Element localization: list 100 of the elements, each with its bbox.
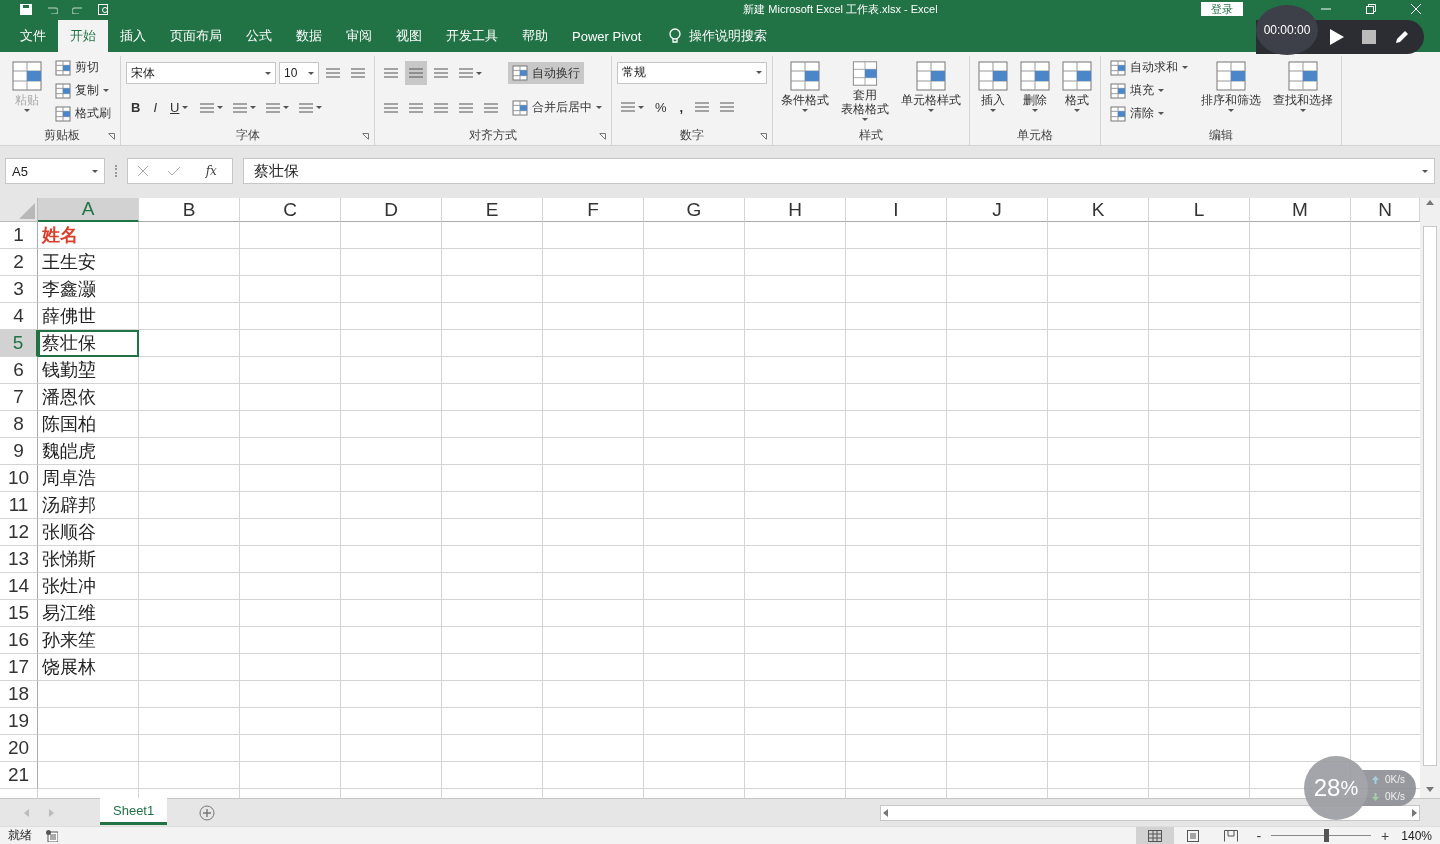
cancel-icon[interactable] (138, 166, 149, 176)
ribbon-button[interactable]: 剪切 (51, 56, 103, 79)
table-cell[interactable]: 王生安 (38, 249, 139, 276)
ribbon-button[interactable]: 查找和选择 (1270, 58, 1336, 123)
ribbon-button[interactable]: 格式 (1059, 58, 1095, 123)
launcher-icon[interactable] (108, 133, 115, 140)
ribbon-tab[interactable]: 帮助 (510, 20, 560, 52)
ribbon-button[interactable]: 格式刷 (51, 102, 115, 125)
scrollbar-thumb[interactable] (1423, 226, 1437, 766)
group-label: 单元格 (1017, 126, 1053, 144)
dropdown-field[interactable]: 常规 (617, 61, 767, 84)
ribbon-button[interactable]: 排序和筛选 (1198, 58, 1264, 123)
select-all-icon[interactable] (19, 203, 35, 219)
scroll-left-icon[interactable] (883, 808, 888, 817)
ribbon-button[interactable]: 填充 (1106, 79, 1168, 102)
close-icon[interactable] (1411, 4, 1421, 14)
insert-function-button[interactable]: fx (200, 159, 222, 183)
ribbon-button[interactable]: 自动换行 (508, 62, 584, 85)
table-cell[interactable]: 周卓浩 (38, 465, 139, 492)
toolbar-button[interactable] (405, 61, 427, 86)
previous-sheet-icon[interactable] (24, 808, 29, 817)
pen-icon[interactable] (1394, 29, 1410, 45)
download-icon (1372, 792, 1379, 801)
table-cell[interactable]: 易江维 (38, 600, 139, 627)
ribbon-tab[interactable]: Power Pivot (560, 20, 654, 52)
toolbar-button[interactable]: % (650, 95, 672, 120)
ribbon-tab[interactable]: 插入 (108, 20, 158, 52)
horizontal-scrollbar[interactable] (880, 804, 1420, 821)
table-cell[interactable]: 张顺谷 (38, 519, 139, 546)
zoom-out-button[interactable]: - (1250, 827, 1268, 844)
table-cell[interactable]: 姓名 (38, 222, 139, 249)
sign-in-button[interactable]: 登录 (1201, 2, 1243, 16)
row-header[interactable]: 5 (0, 330, 38, 357)
table-cell[interactable]: 潘恩依 (38, 384, 139, 411)
ribbon-tab[interactable]: 视图 (384, 20, 434, 52)
ribbon-tab[interactable]: 文件 (8, 20, 58, 52)
column-header[interactable]: A (38, 198, 139, 222)
view-button[interactable] (1136, 826, 1175, 844)
launcher-icon[interactable] (760, 133, 767, 140)
table-cell[interactable]: 薛佛世 (38, 303, 139, 330)
table-cell[interactable]: 张悌斯 (38, 546, 139, 573)
ribbon-button[interactable]: 自动求和 (1106, 56, 1192, 79)
name-box[interactable]: A5 (5, 158, 105, 184)
add-sheet-icon[interactable] (199, 804, 216, 821)
caret-icon (308, 71, 314, 75)
scroll-down-icon[interactable] (1426, 787, 1434, 792)
ribbon-tab[interactable]: 开发工具 (434, 20, 510, 52)
ribbon-button[interactable]: 单元格样式 (898, 58, 964, 123)
scroll-up-icon[interactable] (1426, 200, 1434, 205)
ribbon-button[interactable]: 插入 (975, 58, 1011, 123)
launcher-icon[interactable] (362, 133, 369, 140)
save-icon[interactable] (20, 3, 32, 15)
next-sheet-icon[interactable] (49, 808, 54, 817)
table-cell[interactable]: 李鑫灏 (38, 276, 139, 303)
ribbon-button[interactable]: 清除 (1106, 102, 1168, 125)
page-icon (1186, 829, 1201, 842)
table-cell[interactable]: 魏皑虎 (38, 438, 139, 465)
scroll-right-icon[interactable] (1412, 808, 1417, 817)
table-cell[interactable]: 汤辟邦 (38, 492, 139, 519)
ribbon-button[interactable]: 复制 (51, 79, 113, 102)
table-cell[interactable]: 陈国柏 (38, 411, 139, 438)
restore-icon[interactable] (1366, 4, 1376, 14)
table-cell[interactable]: 钱勤堃 (38, 357, 139, 384)
ribbon-button[interactable]: 合并后居中 (508, 96, 606, 119)
table-cell[interactable]: 孙来笙 (38, 627, 139, 654)
table-icon (1110, 59, 1126, 76)
lines-icon (694, 100, 711, 115)
launcher-icon[interactable] (599, 133, 606, 140)
ribbon-tab[interactable]: 审阅 (334, 20, 384, 52)
redo-icon[interactable] (72, 4, 84, 14)
toolbar-button[interactable]: U (165, 95, 194, 120)
macro-icon[interactable] (46, 829, 58, 842)
search-field[interactable]: 操作说明搜索 (689, 27, 768, 45)
zoom-in-button[interactable]: + (1375, 827, 1396, 844)
toolbar-button[interactable]: I (148, 95, 162, 120)
ribbon-button[interactable]: 套用 表格格式 (838, 58, 892, 123)
toolbar-button[interactable]: B (126, 95, 146, 120)
dropdown-field[interactable]: 10 (279, 62, 319, 85)
undo-icon[interactable] (46, 4, 58, 14)
ribbon-tab[interactable]: 公式 (234, 20, 284, 52)
slider-thumb[interactable] (1323, 829, 1329, 842)
play-icon[interactable] (1330, 29, 1344, 45)
column-header[interactable]: N (1351, 198, 1420, 222)
page-break-icon (1224, 829, 1239, 842)
ribbon-button[interactable]: 删除 (1017, 58, 1053, 123)
dropdown-field[interactable]: 宋体 (126, 62, 276, 85)
check-icon[interactable] (168, 166, 181, 176)
table-icon (1110, 105, 1126, 122)
sheet-tab[interactable]: Sheet1 (100, 798, 168, 825)
ribbon-tab[interactable]: 数据 (284, 20, 334, 52)
table-cell[interactable]: 张灶冲 (38, 573, 139, 600)
table-cell[interactable]: 蔡壮保 (38, 330, 139, 357)
ribbon-button[interactable]: 条件格式 (778, 58, 832, 123)
ribbon-tab[interactable]: 页面布局 (158, 20, 234, 52)
toolbar-button[interactable]: , (674, 95, 689, 120)
timer-text: 00:00:00 (1256, 5, 1318, 55)
formula-field[interactable]: 蔡壮保 (243, 158, 1435, 184)
table-cell[interactable]: 饶展林 (38, 654, 139, 681)
preview-icon[interactable] (98, 3, 110, 15)
ribbon-tab[interactable]: 开始 (58, 20, 108, 52)
